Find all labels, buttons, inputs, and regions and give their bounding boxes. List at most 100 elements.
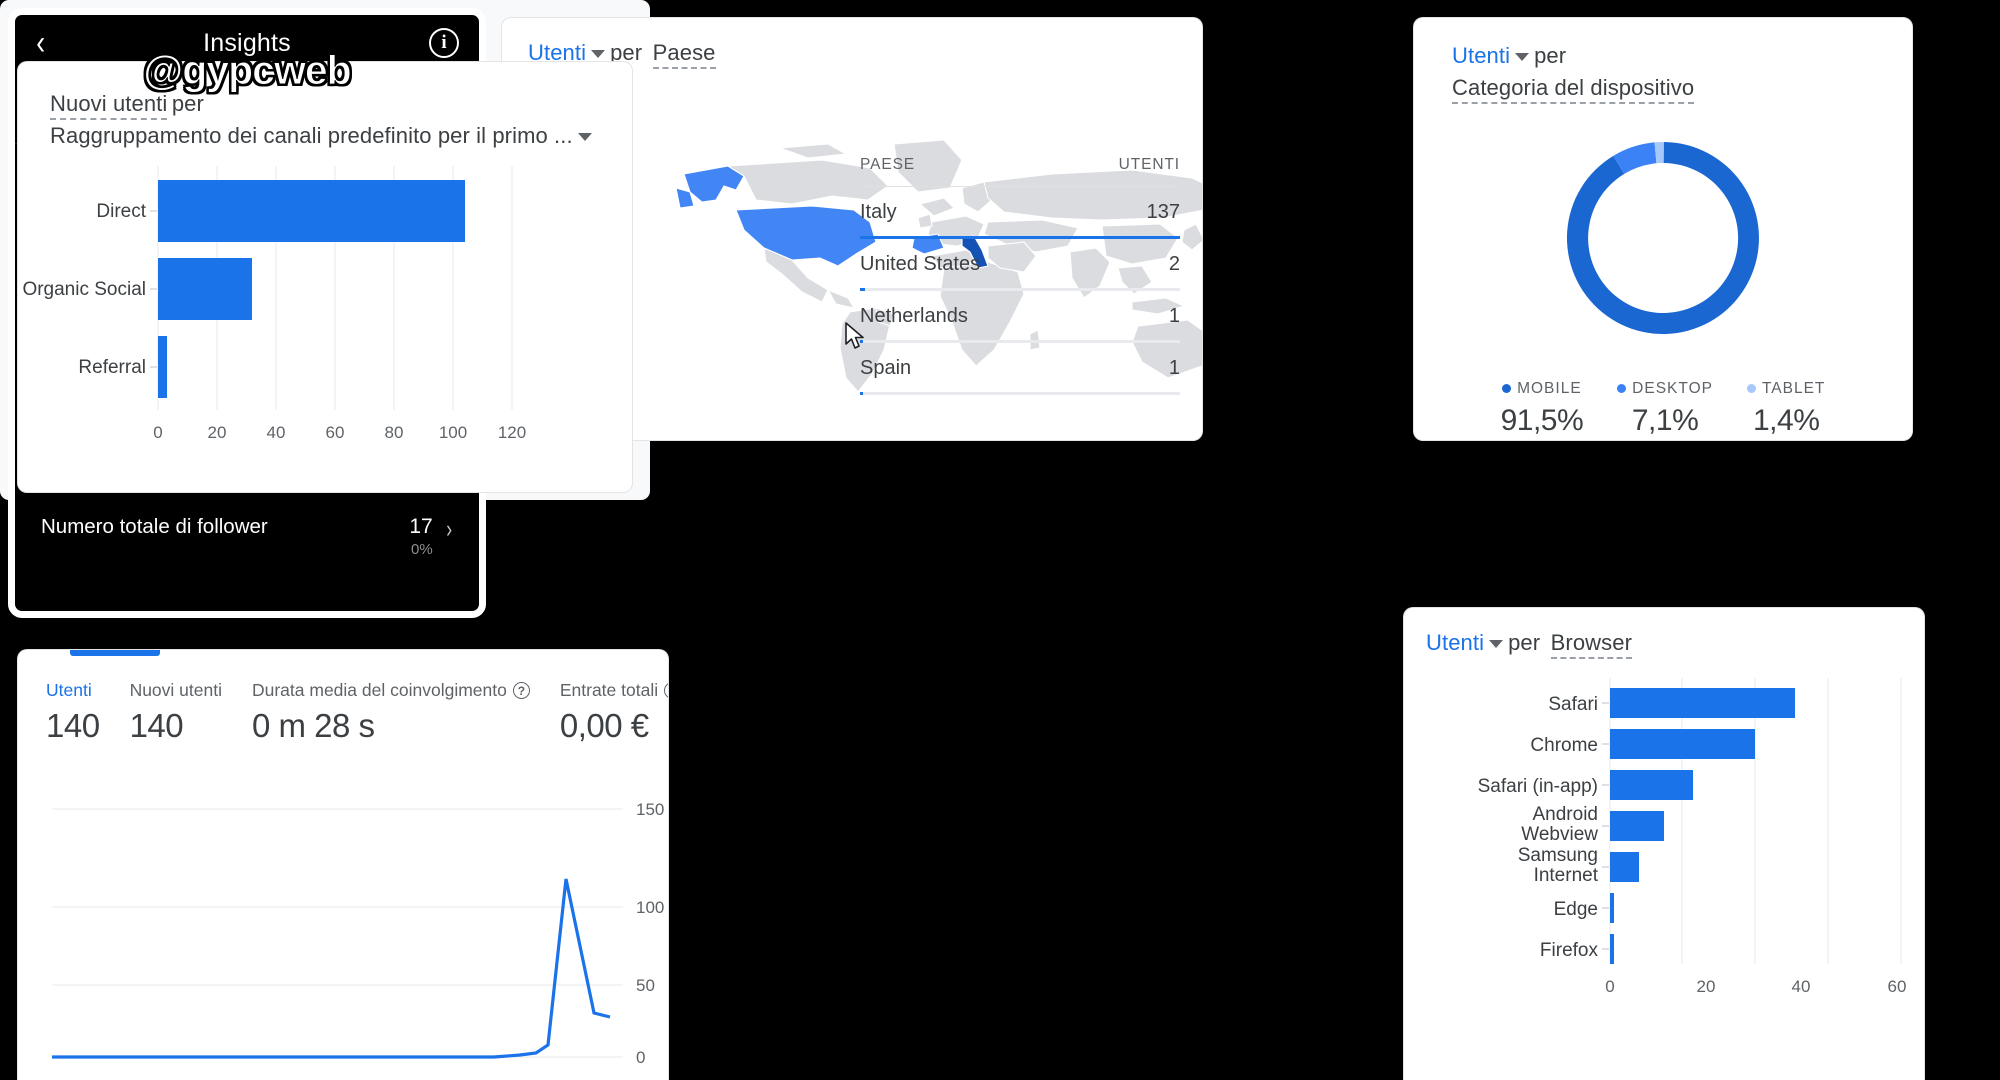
category-label: Android [1533, 804, 1599, 825]
metric-label: Durata media del coinvolgimento [251, 680, 507, 700]
caret-down-icon[interactable] [1489, 640, 1504, 649]
donut-chart[interactable] [1523, 108, 1803, 366]
legend-label: TABLET [1761, 379, 1826, 397]
dimension-selector[interactable]: Raggruppamento dei canali predefinito pe… [50, 123, 573, 148]
category-label: Chrome [1530, 735, 1598, 756]
dimension-selector[interactable]: Paese [652, 40, 716, 69]
category-label: Internet [1534, 865, 1599, 886]
y-tick: 100 [636, 898, 664, 917]
legend-value: 7,1% [1631, 403, 1699, 437]
y-tick: 50 [636, 976, 655, 995]
x-tick: 60 [1888, 977, 1907, 996]
metric-label: Nuovi utenti [129, 680, 222, 700]
caret-down-icon[interactable] [577, 133, 592, 142]
legend-item-desktop[interactable]: DESKTOP 7,1% [1617, 380, 1713, 438]
users-over-time-chart[interactable]: 150 100 50 0 01 mag 08 15 22 [18, 769, 668, 1080]
x-tick: 40 [267, 423, 286, 442]
list-item-delta: 0% [410, 541, 433, 559]
column-header-users: UTENTI [1118, 156, 1180, 173]
legend-value: 1,4% [1752, 403, 1820, 437]
channel-bar-chart[interactable]: Direct Organic Social Referral 0 20 40 6… [18, 158, 632, 468]
x-tick: 01 [101, 1066, 120, 1069]
caret-down-icon[interactable] [591, 50, 606, 59]
country-users: 1 [1168, 357, 1180, 379]
x-tick: 20 [208, 423, 227, 442]
browser-bar-chart[interactable]: Safari Chrome Safari (in-app) Android We… [1404, 672, 1924, 1077]
category-label: Firefox [1540, 940, 1599, 961]
category-label: Edge [1554, 899, 1598, 920]
row-bar-track [860, 392, 1180, 395]
x-tick: 0 [153, 423, 162, 442]
country-users: 137 [1146, 201, 1180, 223]
metric-durata-media[interactable]: Durata media del coinvolgimento? 0 m 28 … [252, 680, 560, 745]
metric-selector[interactable]: Nuovi utenti [50, 91, 168, 120]
legend-item-tablet[interactable]: TABLET 1,4% [1746, 379, 1826, 438]
table-row[interactable]: Netherlands 1 [860, 291, 1180, 343]
browser-bar-svg: Safari Chrome Safari (in-app) Android We… [1478, 678, 1907, 996]
x-tick: 80 [385, 423, 404, 442]
metric-nuovi-utenti[interactable]: Nuovi utenti 140 [130, 680, 252, 745]
per-word: per [171, 91, 204, 116]
table-row[interactable]: United States 2 [860, 239, 1180, 291]
table-header-row: PAESE UTENTI [860, 156, 1180, 187]
metric-value: 140 [46, 707, 100, 744]
new-users-by-channel-card: Nuovi utenti per Raggruppamento dei cana… [18, 62, 632, 492]
bar-safari-in-app [1610, 770, 1693, 800]
per-word: per [1534, 43, 1567, 68]
channel-bar-svg: Direct Organic Social Referral 0 20 40 6… [22, 165, 526, 442]
legend-label: DESKTOP [1632, 379, 1713, 397]
bar-referral [158, 335, 167, 398]
bar-safari [1610, 688, 1795, 718]
overview-metrics-panel: Utenti 140 Nuovi utenti 140 Durata media… [18, 650, 668, 1080]
legend-item-mobile[interactable]: MOBILE 91,5% [1501, 380, 1584, 438]
metric-label: Utenti [46, 680, 92, 700]
line-chart-svg: 150 100 50 0 01 mag 08 15 22 [52, 800, 664, 1080]
metric-summary-row: Utenti 140 Nuovi utenti 140 Durata media… [18, 656, 668, 745]
acquisition-section: DA DOVE PROVENGONO I NUOVI UTENTI? Nuovi… [0, 0, 650, 500]
donut-legend: MOBILE 91,5% DESKTOP 7,1% TABLET 1,4% [1414, 380, 1912, 438]
x-tick: 15 [377, 1066, 396, 1069]
metric-selector[interactable]: Utenti [1452, 43, 1510, 68]
metric-utenti[interactable]: Utenti 140 [46, 680, 130, 745]
legend-label: MOBILE [1517, 379, 1582, 397]
bar-android-webview [1610, 811, 1664, 841]
metric-entrate-totali[interactable]: Entrate totali? 0,00 € [560, 680, 668, 745]
category-label: Organic Social [22, 279, 146, 300]
users-by-device-panel: Utenti per Categoria del dispositivo MOB… [1414, 18, 1912, 440]
metric-value: 0 m 28 s [251, 707, 375, 744]
screenshot-root: ‹ Insights i @gypcweb Ultimi 7 giorni ▾ … [0, 0, 2000, 1080]
country-users: 1 [1168, 305, 1180, 327]
help-icon[interactable]: ? [512, 682, 530, 699]
legend-dot-mobile [1502, 384, 1512, 394]
users-by-browser-panel: Utenti per Browser Safari Chrome Safari … [1404, 608, 1924, 1080]
x-tick: 120 [498, 423, 526, 442]
bar-chrome [1610, 729, 1755, 759]
row-bar-fill [860, 392, 863, 395]
y-tick: 150 [636, 800, 664, 819]
category-label: Safari (in-app) [1478, 776, 1598, 797]
table-row[interactable]: Italy 137 [860, 187, 1180, 239]
country-name: United States [860, 253, 981, 275]
category-label: Samsung [1518, 845, 1598, 866]
per-word: per [1508, 630, 1541, 655]
category-label: Direct [96, 201, 146, 222]
metric-value: 0,00 € [559, 707, 649, 744]
list-item[interactable]: Numero totale di follower 17 0% › [41, 499, 453, 576]
x-tick: 0 [1605, 977, 1614, 996]
x-tick: 20 [1697, 977, 1716, 996]
dimension-selector[interactable]: Browser [1550, 630, 1633, 659]
category-label: Referral [78, 357, 146, 378]
bar-samsung-internet [1610, 852, 1639, 882]
dimension-selector[interactable]: Categoria del dispositivo [1452, 74, 1695, 104]
country-name: Italy [860, 201, 897, 223]
column-header-country: PAESE [860, 156, 916, 173]
country-name: Netherlands [860, 305, 968, 327]
bar-firefox [1610, 934, 1614, 964]
caret-down-icon[interactable] [1515, 53, 1530, 62]
metric-selector[interactable]: Utenti [1426, 630, 1484, 655]
help-icon[interactable]: ? [664, 682, 668, 699]
x-tick: 22 [515, 1066, 534, 1069]
panel-header: Utenti per Categoria del dispositivo [1414, 18, 1912, 104]
donut-slice-mobile [1566, 141, 1759, 334]
table-row[interactable]: Spain 1 [860, 343, 1180, 395]
